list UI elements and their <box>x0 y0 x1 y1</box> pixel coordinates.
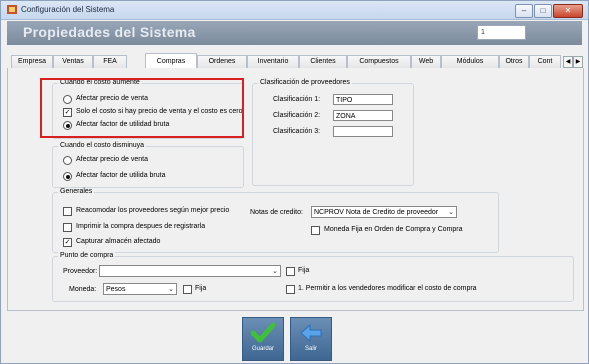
guardar-label: Guardar <box>251 346 274 352</box>
header-banner: Propiedades del Sistema 1 <box>7 21 582 45</box>
check-label: 1. Permitir a los vendedores modificar e… <box>298 285 477 292</box>
arrow-left-icon <box>300 323 322 343</box>
radio-label: Afectar precio de venta <box>76 156 148 163</box>
check-moneda-fija-pc[interactable] <box>183 285 192 294</box>
tab-web[interactable]: Web <box>411 55 441 68</box>
group-generales: Generales Reacomodar los proveedores seg… <box>52 188 499 253</box>
tab-scroll-right-icon[interactable]: ▶ <box>573 56 583 68</box>
clasificacion-2-input[interactable]: ZONA <box>333 110 393 121</box>
proveedor-label: Proveedor: <box>63 268 98 275</box>
check-proveedor-fija[interactable] <box>286 267 295 276</box>
notas-credito-label: Notas de credito: <box>250 209 303 216</box>
tab-otros[interactable]: Otros <box>499 55 529 68</box>
title-bar: Configuración del Sistema – □ ✕ <box>1 1 588 20</box>
group-punto-compra: Punto de compra Proveedor: ⌄ Fija Moneda… <box>52 252 574 302</box>
moneda-value: Pesos <box>106 286 126 293</box>
chevron-down-icon: ⌄ <box>168 286 174 293</box>
chevron-down-icon: ⌄ <box>448 209 454 216</box>
check-capturar-almacen[interactable]: ✓ <box>63 238 72 247</box>
group-costo-disminuya: Cuando el costo disminuya Afectar precio… <box>52 142 244 188</box>
chevron-down-icon: ⌄ <box>272 268 278 275</box>
notas-credito-select[interactable]: NCPROV Nota de Credito de proveedor ⌄ <box>311 206 457 218</box>
clasificacion-1-input[interactable]: TIPO <box>333 94 393 105</box>
app-icon <box>7 5 17 14</box>
tab-strip: Empresa Ventas FEA Compras Ordenes Inven… <box>7 53 583 69</box>
check-label: Fija <box>195 285 207 292</box>
clasificacion-1-label: Clasificación 1: <box>273 96 321 103</box>
tab-compras[interactable]: Compras <box>145 53 197 69</box>
notas-credito-value: NCPROV Nota de Credito de proveedor <box>314 209 439 216</box>
check-reacomodar[interactable] <box>63 207 72 216</box>
tab-scroll-left-icon[interactable]: ◀ <box>563 56 573 68</box>
main-window: Configuración del Sistema – □ ✕ Propieda… <box>0 0 589 364</box>
check-label: Capturar almacén afectado <box>76 238 161 245</box>
salir-button[interactable]: Salir <box>290 317 332 361</box>
check-label: Moneda Fija en Orden de Compra y Compra <box>324 226 463 233</box>
guardar-button[interactable]: Guardar <box>242 317 284 361</box>
tab-ventas[interactable]: Ventas <box>53 55 93 68</box>
highlight-box <box>40 78 244 138</box>
checkmark-icon <box>251 322 275 343</box>
tab-modulos[interactable]: Módulos <box>441 55 499 68</box>
salir-label: Salir <box>304 346 317 352</box>
close-button[interactable]: ✕ <box>553 4 583 18</box>
tab-cont[interactable]: Cont <box>529 55 561 68</box>
clasificacion-3-input[interactable] <box>333 126 393 137</box>
tab-inventario[interactable]: Inventario <box>247 55 299 68</box>
tab-compuestos[interactable]: Compuestos <box>347 55 411 68</box>
radio-label: Afectar factor de utilida bruta <box>76 172 166 179</box>
group-clasificacion: Clasificación de proveedores Clasificaci… <box>252 79 414 186</box>
clasificacion-3-label: Clasificación 3: <box>273 128 321 135</box>
proveedor-select[interactable]: ⌄ <box>99 265 281 277</box>
check-label: Reacomodar los proveedores según mejor p… <box>76 207 230 214</box>
group-label: Clasificación de proveedores <box>258 79 352 86</box>
check-label: Imprimir la compra despues de registrarl… <box>76 223 206 230</box>
group-label: Punto de compra <box>58 252 116 259</box>
check-moneda-fija[interactable] <box>311 226 320 235</box>
minimize-button[interactable]: – <box>515 4 533 18</box>
check-imprimir[interactable] <box>63 223 72 232</box>
tab-clientes[interactable]: Clientes <box>299 55 347 68</box>
radio-disminuya-precio[interactable] <box>63 156 72 165</box>
check-label: Fija <box>298 267 310 274</box>
check-permitir-vendedores[interactable] <box>286 285 295 294</box>
tab-fea[interactable]: FEA <box>93 55 127 68</box>
moneda-label: Moneda: <box>69 286 97 293</box>
header-number-field[interactable]: 1 <box>477 25 526 40</box>
maximize-button[interactable]: □ <box>534 4 552 18</box>
radio-disminuya-factor[interactable] <box>63 172 72 181</box>
page-title: Propiedades del Sistema <box>23 24 196 40</box>
moneda-select[interactable]: Pesos ⌄ <box>103 283 177 295</box>
tab-ordenes[interactable]: Ordenes <box>197 55 247 68</box>
clasificacion-2-label: Clasificación 2: <box>273 112 321 119</box>
window-title: Configuración del Sistema <box>21 5 115 14</box>
group-label: Cuando el costo disminuya <box>58 142 147 149</box>
tab-empresa[interactable]: Empresa <box>11 55 53 68</box>
group-label: Generales <box>58 188 95 195</box>
